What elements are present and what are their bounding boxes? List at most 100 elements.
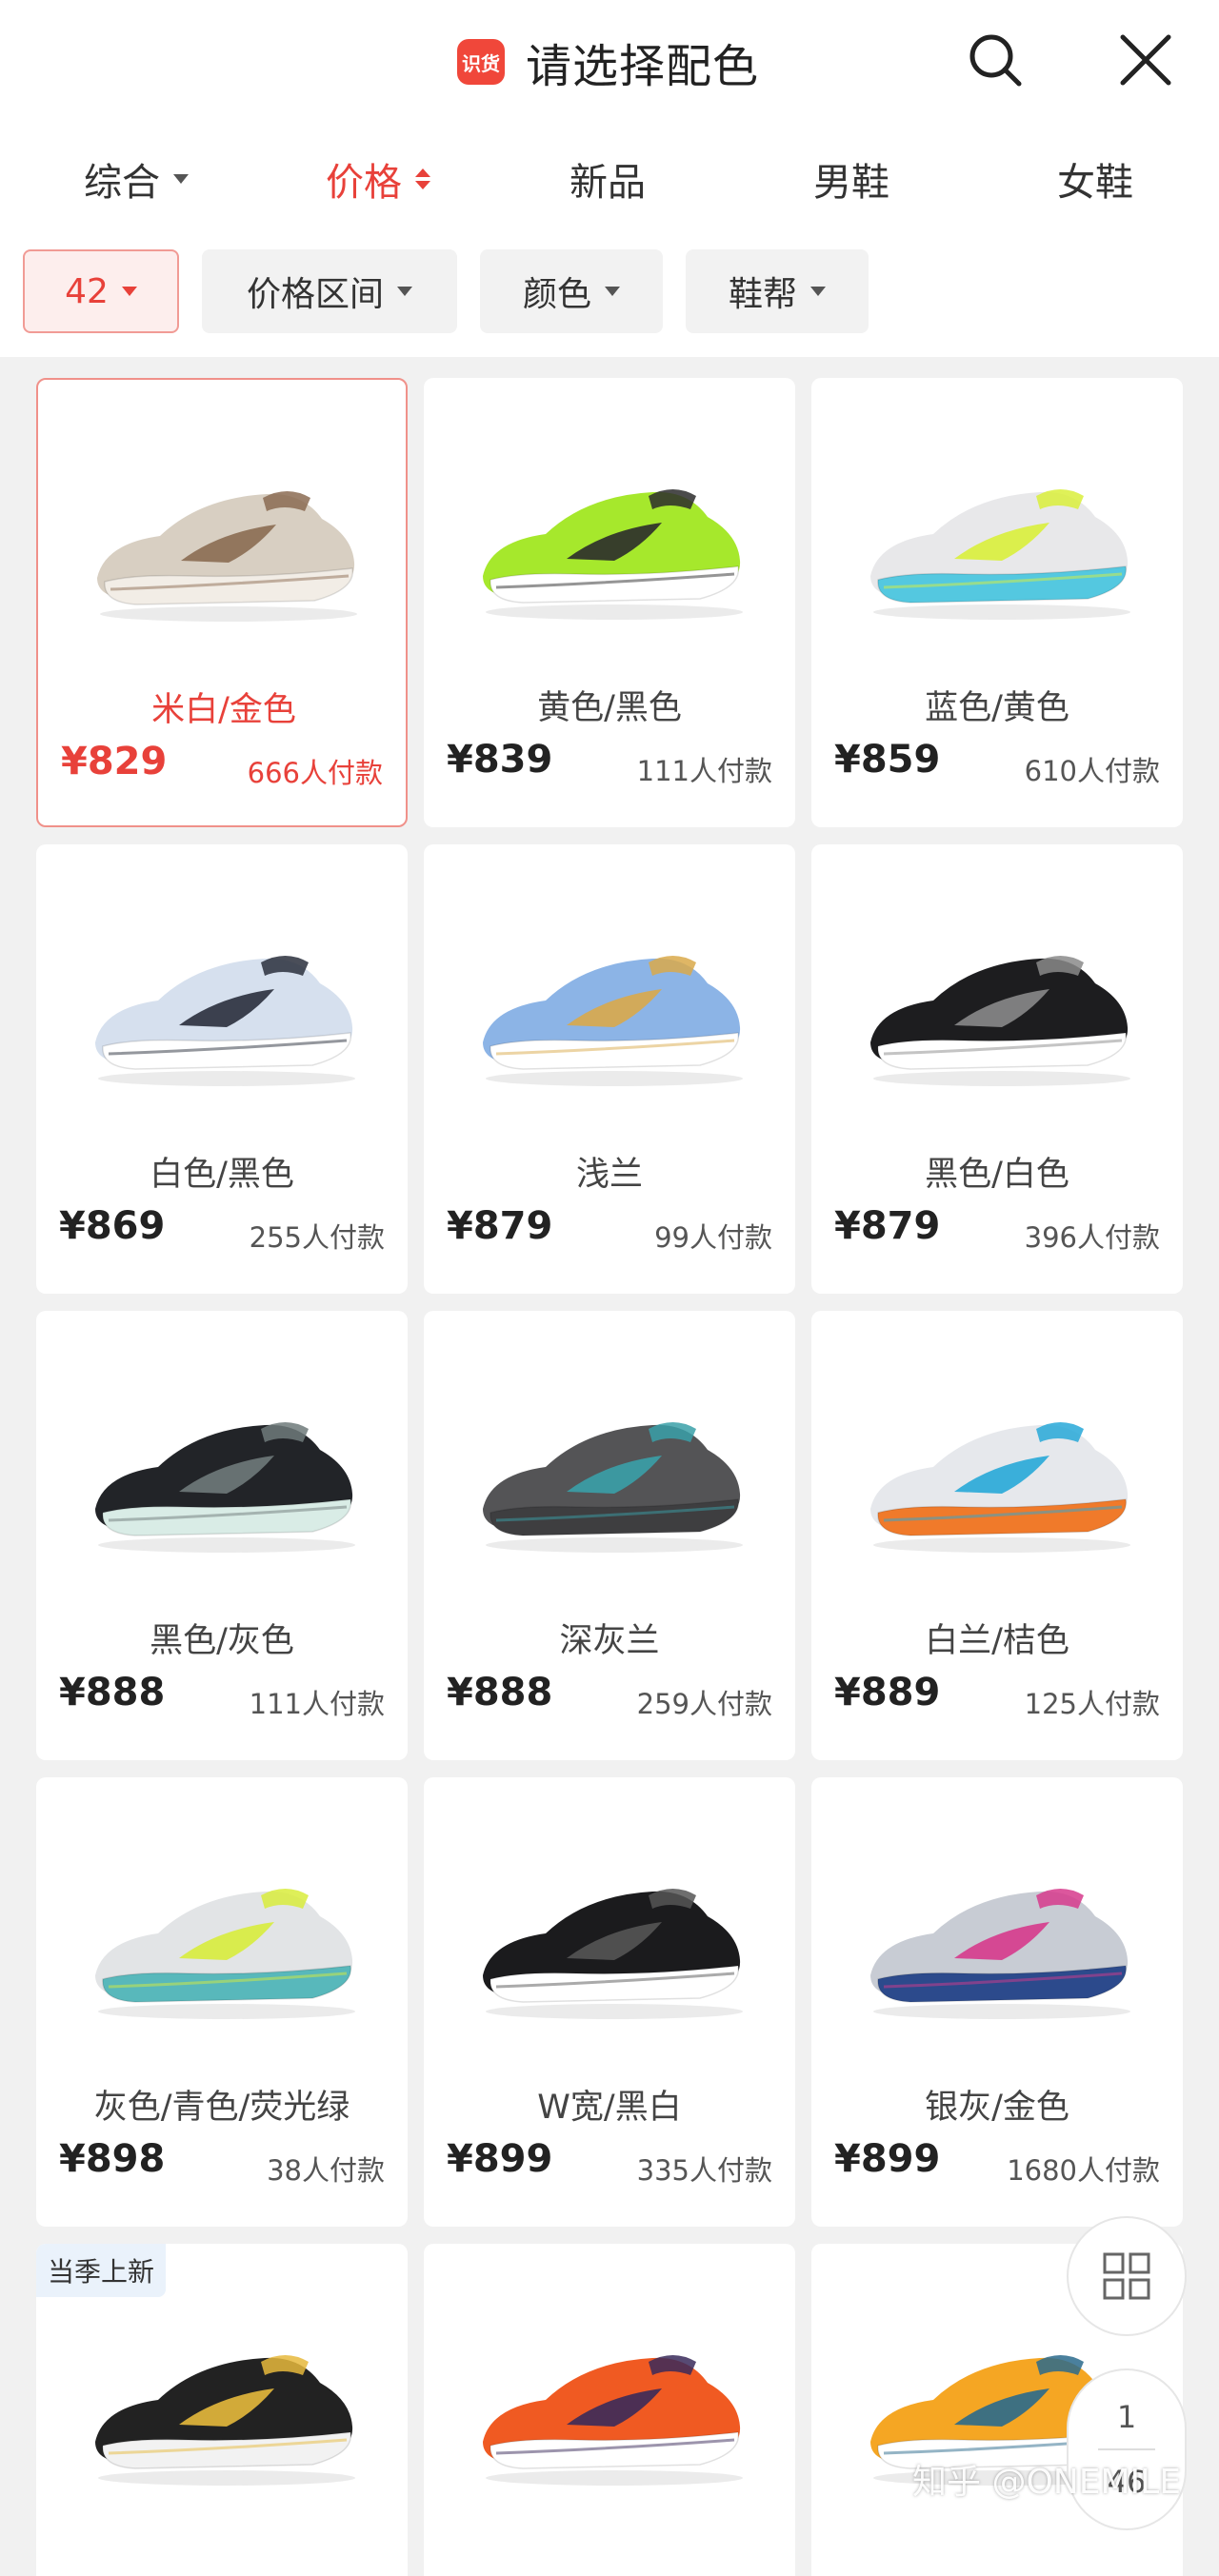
product-price: ¥869 [59,1204,166,1248]
sort-tab-new[interactable]: 新品 [570,133,646,224]
shoe-image [95,2355,355,2486]
filter-label: 鞋帮 [728,275,797,314]
close-button[interactable] [1112,27,1179,93]
sort-tab-label: 女鞋 [1057,160,1133,205]
search-icon [969,34,1022,87]
color-name: 黑色/白色 [925,1156,1069,1194]
filter-price-range[interactable]: 价格区间 [202,249,457,333]
sort-tab-label: 男鞋 [813,160,889,205]
shoe-image [870,956,1130,1086]
chevron-down-icon [173,173,189,184]
shoe-image [483,956,743,1086]
sort-tab-women[interactable]: 女鞋 [1057,133,1133,224]
chevron-down-icon [605,287,620,296]
sort-tab-label: 综合 [84,160,160,205]
product-price: ¥879 [834,1204,941,1248]
color-name: 深灰兰 [559,1622,660,1660]
product-card[interactable]: W宽/黑白 ¥899 335人付款 [424,1777,795,2227]
product-card[interactable]: 米白/金色 ¥829 666人付款 [36,378,408,827]
sold-count: 1680人付款 [1007,2154,1160,2187]
filter-label: 42 [65,271,109,311]
sold-count: 396人付款 [1024,1221,1160,1254]
shoe-image [870,1889,1130,2019]
product-price: ¥899 [834,2137,941,2181]
sold-count: 666人付款 [247,757,383,789]
filter-label: 价格区间 [246,275,384,314]
sort-order-icon [415,168,430,189]
product-card[interactable]: 浅兰 ¥879 99人付款 [424,844,795,1294]
chevron-down-icon [121,287,137,296]
close-icon [1120,34,1171,86]
product-price: ¥829 [61,740,168,783]
sold-count: 111人付款 [249,1688,385,1720]
page-current: 1 [1116,2399,1137,2435]
product-card[interactable]: 黑色/白色 ¥879 396人付款 [811,844,1183,1294]
product-card[interactable]: 黄色/黑色 ¥839 111人付款 [424,378,795,827]
color-name: 黑色/灰色 [150,1622,294,1660]
product-card[interactable]: 黑色/灰色 ¥888 111人付款 [36,1311,408,1760]
sold-count: 125人付款 [1024,1688,1160,1720]
product-card[interactable]: 当季上新 [36,2244,408,2576]
product-card[interactable]: 白色/黑色 ¥869 255人付款 [36,844,408,1294]
shoe-image [483,1422,743,1553]
color-name: 灰色/青色/荧光绿 [93,2089,350,2127]
filter-size[interactable]: 42 [23,249,179,333]
search-button[interactable] [962,27,1029,93]
color-name: W宽/黑白 [537,2089,682,2127]
product-price: ¥899 [447,2137,553,2181]
color-name: 黄色/黑色 [537,689,682,727]
watermark: 知乎 @ONEMILE [912,2463,1181,2502]
product-price: ¥898 [59,2137,166,2181]
sold-count: 255人付款 [249,1221,385,1254]
product-card[interactable]: 银灰/金色 ¥899 1680人付款 [811,1777,1183,2227]
filter-upper[interactable]: 鞋帮 [686,249,869,333]
sold-count: 111人付款 [636,755,772,787]
shoe-image [95,1422,355,1553]
product-card[interactable]: 灰色/青色/荧光绿 ¥898 38人付款 [36,1777,408,2227]
new-season-badge: 当季上新 [36,2244,167,2297]
page-divider [1098,2448,1155,2450]
shoe-image [95,1889,355,2019]
color-name: 蓝色/黄色 [925,689,1069,727]
sold-count: 38人付款 [267,2154,385,2187]
shoe-image [870,1422,1130,1553]
product-price: ¥888 [59,1671,166,1714]
grid-icon [1103,2252,1150,2300]
sold-count: 610人付款 [1024,755,1160,787]
product-price: ¥839 [447,738,553,782]
color-name: 银灰/金色 [925,2089,1069,2127]
color-name: 浅兰 [575,1156,643,1194]
color-name: 白兰/桔色 [925,1622,1069,1660]
sort-tab-comprehensive[interactable]: 综合 [84,133,189,224]
grid-view-button[interactable] [1067,2216,1187,2336]
sort-tab-label: 新品 [570,160,646,205]
product-card[interactable] [424,2244,795,2576]
color-name: 米白/金色 [151,691,296,729]
product-card[interactable]: 白兰/桔色 ¥889 125人付款 [811,1311,1183,1760]
shoe-image [97,491,357,622]
shoe-image [95,956,355,1086]
product-card[interactable]: 深灰兰 ¥888 259人付款 [424,1311,795,1760]
shoe-image [483,2355,743,2486]
shoe-image [870,489,1130,620]
sort-tab-label: 价格 [326,160,402,205]
shoe-image [483,489,743,620]
filter-label: 颜色 [522,275,591,314]
sold-count: 259人付款 [636,1688,772,1720]
product-price: ¥879 [447,1204,553,1248]
page-title: 请选择配色 [526,40,760,93]
product-price: ¥889 [834,1671,941,1714]
sort-tab-men[interactable]: 男鞋 [813,133,889,224]
sort-tab-price[interactable]: 价格 [326,133,430,224]
product-price: ¥888 [447,1671,553,1714]
filter-color[interactable]: 颜色 [480,249,663,333]
chevron-down-icon [397,287,412,296]
product-card[interactable]: 蓝色/黄色 ¥859 610人付款 [811,378,1183,827]
filter-bar: 42 价格区间 颜色 鞋帮 [0,249,1219,333]
sold-count: 335人付款 [636,2154,772,2187]
color-name: 白色/黑色 [150,1156,294,1194]
shoe-image [483,1889,743,2019]
app-logo: 识货 [457,39,505,85]
sort-bar: 综合 价格 新品 男鞋 女鞋 [0,133,1219,224]
page-indicator[interactable]: 1 46 [1067,2368,1187,2530]
